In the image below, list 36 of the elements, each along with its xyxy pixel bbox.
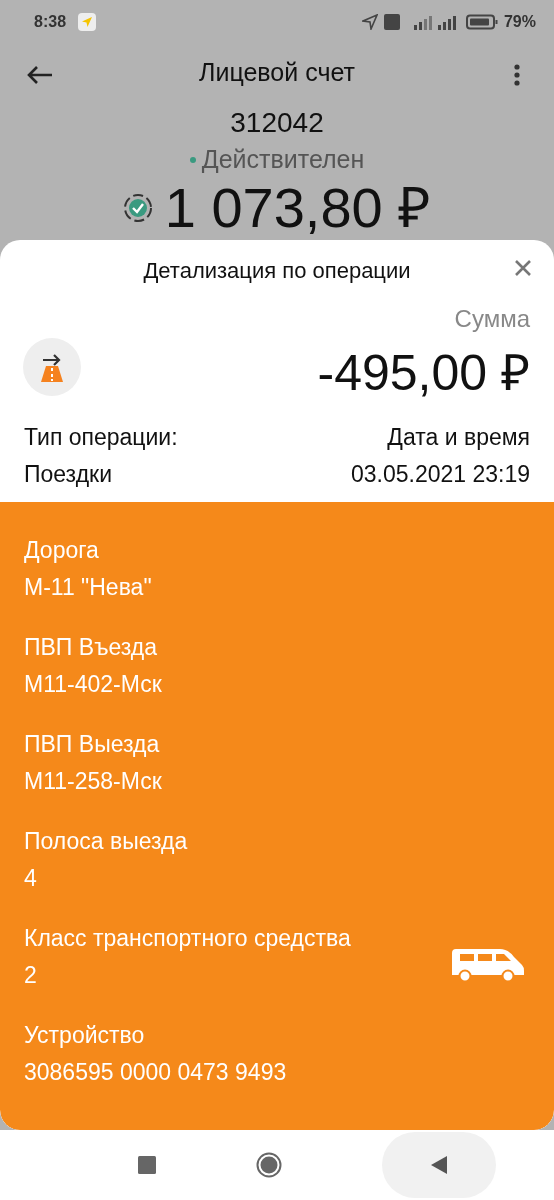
operation-type-value: Поездки <box>24 461 113 488</box>
field-value: 2 <box>24 961 38 989</box>
operation-type-label: Тип операции: <box>24 424 178 451</box>
account-status: Действителен <box>201 145 365 174</box>
date-value: 03.05.2021 23:19 <box>350 461 530 488</box>
screen-title: Лицевой счет <box>199 58 355 88</box>
field-label: Класс транспортного средства <box>24 924 351 952</box>
back-icon <box>430 1155 448 1175</box>
amount: -495,00 ₽ <box>317 344 530 403</box>
location-icon <box>361 14 378 31</box>
date-label: Дата и время <box>387 424 530 451</box>
check-sync-icon <box>122 193 153 223</box>
sum-label: Сумма <box>454 305 530 333</box>
field-label: Дорога <box>24 536 100 564</box>
field-label: Полоса выезда <box>24 827 188 855</box>
battery-icon <box>465 14 498 31</box>
road-exit-icon <box>23 338 81 396</box>
field-value: 4 <box>24 864 38 892</box>
navigator-app-icon <box>78 13 97 32</box>
field-label: ПВП Въезда <box>24 633 159 661</box>
close-icon[interactable] <box>514 259 532 277</box>
account-number: 312042 <box>230 107 324 139</box>
battery-percent: 79% <box>503 13 536 32</box>
home-button-icon[interactable] <box>256 1152 282 1178</box>
status-time: 8:38 <box>34 13 67 32</box>
field-label: ПВП Выезда <box>24 730 161 758</box>
field-value: 3086595 0000 0473 9493 <box>24 1058 287 1086</box>
status-dot-icon <box>189 156 196 163</box>
field-label: Устройство <box>24 1021 146 1049</box>
field-value: М-11 "Нева" <box>24 573 152 601</box>
field-value: М11-258-Мск <box>24 767 162 795</box>
sheet-title: Детализация по операции <box>143 258 411 284</box>
back-arrow-icon[interactable] <box>26 64 54 85</box>
field-value: М11-402-Мск <box>24 670 162 698</box>
more-menu-icon[interactable] <box>514 63 520 86</box>
account-balance: 1 073,80 ₽ <box>164 176 432 240</box>
